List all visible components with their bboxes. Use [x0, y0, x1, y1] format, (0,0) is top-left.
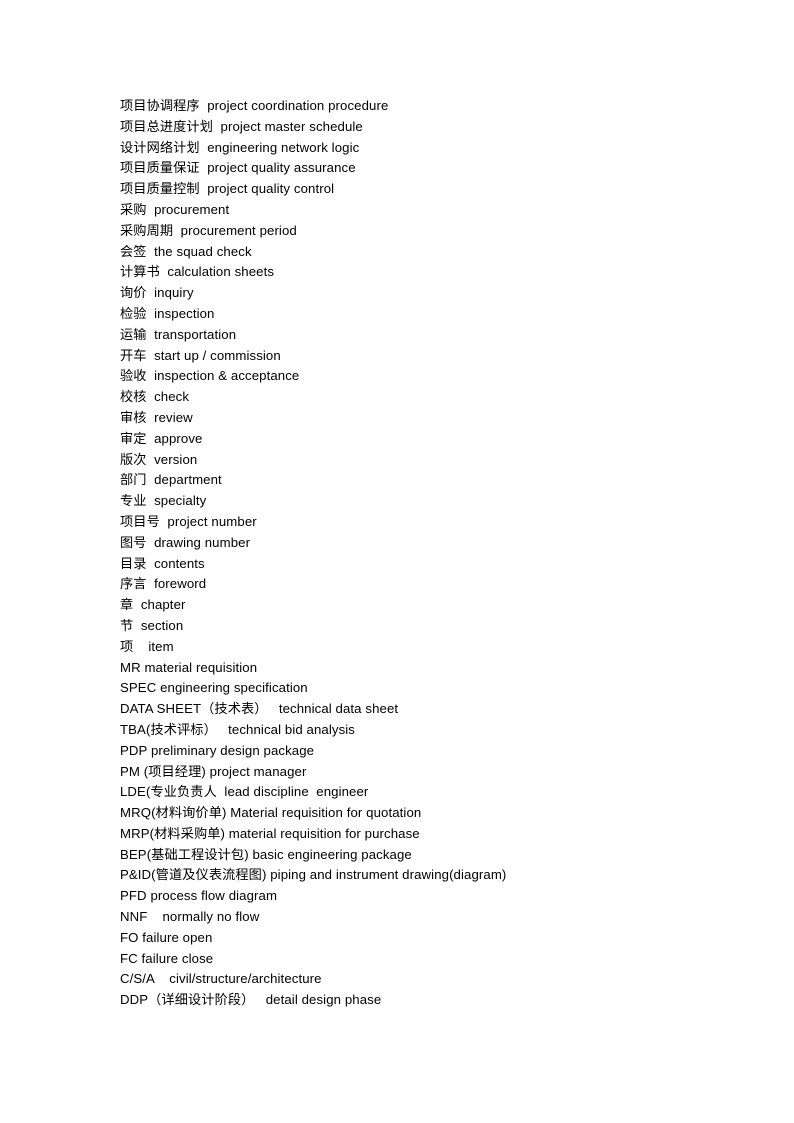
glossary-entry: SPEC engineering specification: [120, 680, 308, 696]
glossary-entry: 验收 inspection & acceptance: [120, 368, 300, 384]
document-page: 项目协调程序 project coordination procedure 项目…: [0, 0, 794, 1123]
glossary-list: 项目协调程序 project coordination procedure 项目…: [120, 96, 740, 1011]
glossary-entry: 目录 contents: [120, 555, 205, 571]
glossary-entry: 开车 start up / commission: [120, 347, 281, 363]
glossary-entry: 节 section: [120, 617, 184, 633]
glossary-entry: 版次 version: [120, 451, 198, 467]
glossary-entry: FC failure close: [120, 950, 214, 966]
glossary-entry: 章 chapter: [120, 597, 186, 613]
glossary-entry: 项目协调程序 project coordination procedure: [120, 98, 389, 113]
glossary-entry: 专业 specialty: [120, 493, 207, 509]
glossary-entry: MR material requisition: [120, 659, 258, 675]
glossary-entry: 项 item: [120, 638, 174, 654]
glossary-entry: C/S/A civil/structure/architecture: [120, 971, 322, 987]
glossary-entry: PDP preliminary design package: [120, 742, 315, 758]
glossary-entry: MRQ(材料询价单) Material requisition for quot…: [120, 805, 422, 821]
glossary-entry: BEP(基础工程设计包) basic engineering package: [120, 846, 412, 862]
glossary-entry: 部门 department: [120, 472, 222, 488]
glossary-entry: 校核 check: [120, 389, 190, 405]
glossary-entry: 序言 foreword: [120, 576, 207, 592]
glossary-entry: TBA(技术评标） technical bid analysis: [120, 721, 355, 737]
glossary-entry: 项目质量控制 project quality control: [120, 181, 335, 197]
glossary-entry: 图号 drawing number: [120, 534, 251, 550]
glossary-entry: NNF normally no flow: [120, 909, 260, 925]
glossary-entry: 检验 inspection: [120, 305, 215, 321]
glossary-entry: 计算书 calculation sheets: [120, 264, 275, 280]
glossary-entry: 会签 the squad check: [120, 243, 252, 259]
glossary-entry: FO failure open: [120, 929, 213, 945]
glossary-entry: LDE(专业负责人 lead discipline engineer: [120, 784, 369, 800]
glossary-entry: 项目质量保证 project quality assurance: [120, 160, 356, 176]
glossary-entry: DDP（详细设计阶段） detail design phase: [120, 992, 382, 1008]
glossary-entry: 审定 approve: [120, 430, 203, 446]
glossary-entry: 采购 procurement: [120, 201, 230, 217]
glossary-entry: MRP(材料采购单) material requisition for purc…: [120, 825, 420, 841]
glossary-entry: 设计网络计划 engineering network logic: [120, 139, 360, 155]
glossary-entry: 采购周期 procurement period: [120, 222, 297, 238]
glossary-entry: 运输 transportation: [120, 326, 237, 342]
glossary-entry: PM (项目经理) project manager: [120, 763, 307, 779]
glossary-entry: DATA SHEET（技术表） technical data sheet: [120, 701, 399, 717]
glossary-entry: 项目号 project number: [120, 513, 257, 529]
glossary-entry: P&ID(管道及仪表流程图) piping and instrument dra…: [120, 867, 507, 883]
glossary-entry: 项目总进度计划 project master schedule: [120, 118, 363, 134]
glossary-entry: 询价 inquiry: [120, 285, 194, 301]
glossary-entry: PFD process flow diagram: [120, 888, 278, 904]
glossary-entry: 审核 review: [120, 409, 193, 425]
